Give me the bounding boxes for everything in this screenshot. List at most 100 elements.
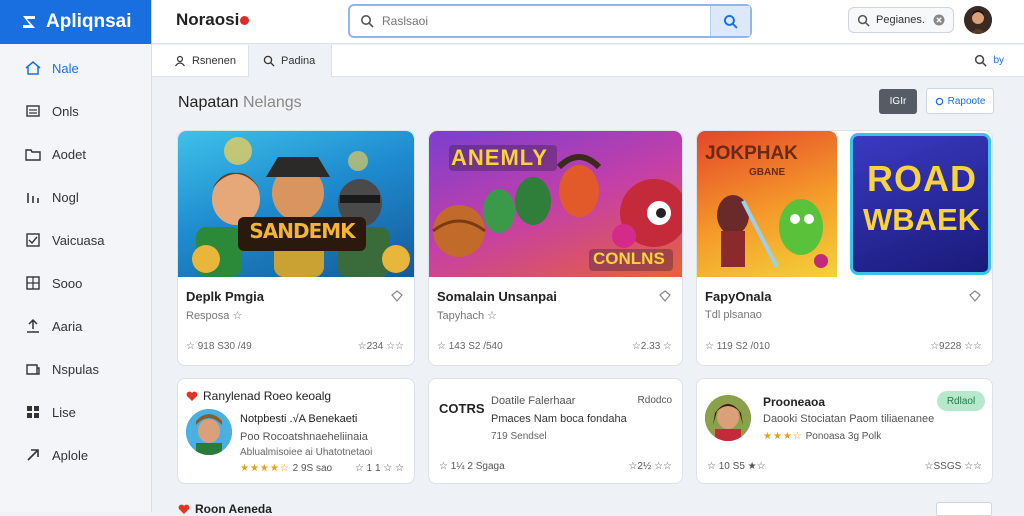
sidebar-item-aplole[interactable]: Aplole: [0, 434, 151, 476]
bookmark-icon[interactable]: [658, 289, 672, 303]
sidebar-item-lise[interactable]: Lise: [0, 391, 151, 433]
heart-icon: [186, 391, 198, 401]
game-card[interactable]: ANEMLY CONLNS Somalain Unsanpai Tapyhach…: [428, 130, 683, 366]
game-art-subtext: GBANE: [749, 167, 786, 178]
wordmark-text: Noraosi: [176, 10, 240, 29]
app-brand[interactable]: Apliqnsai: [0, 0, 151, 44]
search-bar[interactable]: [348, 4, 752, 38]
sidebar-item-label: Vaicuasa: [52, 232, 105, 248]
news-icon: [26, 364, 40, 375]
sidebar-item-aaria[interactable]: Aaria: [0, 305, 151, 347]
bookmark-icon[interactable]: [968, 289, 982, 303]
feature-meta-right: ☆ 1 1 ☆ ☆: [354, 463, 404, 474]
section-title: Napatan Nelangs: [178, 94, 302, 112]
heart-icon: [178, 504, 190, 514]
feature-line-2: Pmaces Nam boca fondaha: [491, 413, 627, 425]
sidebar-item-label: Lise: [52, 404, 76, 420]
app-logo-icon: [23, 16, 35, 28]
game-art-2-text: ROAD: [867, 158, 977, 199]
feature-card[interactable]: Ranylenad Roeo keoalg Notpbesti .√A Bene…: [177, 378, 415, 484]
next-section-title-text: Roon Aeneda: [195, 502, 272, 516]
sidebar-item-onls[interactable]: Onls: [0, 90, 151, 132]
game-meta-right: ☆2.33 ☆: [632, 341, 672, 352]
sidebar-item-nspulas[interactable]: Nspulas: [0, 348, 151, 390]
checkbox-icon: [26, 233, 40, 247]
wordmark-dot-icon: [240, 16, 250, 25]
game-meta-right-text: ☆9228 ☆☆: [930, 341, 982, 352]
wordmark[interactable]: Noraosi: [176, 10, 250, 30]
feature-line-1: Notpbesti .√A Benekaeti: [240, 413, 358, 425]
feature-line-1: Doatile Falerhaar: [491, 395, 576, 407]
tab-right-control[interactable]: by: [974, 54, 1004, 67]
refresh-icon: [935, 97, 943, 105]
tab-search-icon: [263, 55, 275, 67]
status-badge[interactable]: Rdlaol: [937, 391, 985, 411]
sidebar-item-vaicuasa[interactable]: Vaicuasa: [0, 219, 151, 261]
sidebar-item-label: Aodet: [52, 146, 86, 162]
tab-people-label: Rsnenen: [191, 55, 236, 67]
star-rating-icon: ★★★★☆: [240, 463, 290, 474]
sidebar-item-label: Nspulas: [52, 361, 99, 377]
filter-search-icon: [975, 54, 988, 67]
sidebar-item-nale[interactable]: Nale: [0, 47, 151, 89]
top-bar: Noraosi Pegianes.: [152, 0, 1024, 44]
feature-header: Prooneaoa: [763, 395, 826, 409]
user-avatar[interactable]: [964, 6, 992, 34]
game-art-text-2: CONLNS: [593, 249, 665, 268]
sidebar-item-aodet[interactable]: Aodet: [0, 133, 151, 175]
tab-people[interactable]: Rsnenen: [160, 45, 250, 77]
feature-rating: ★★★☆ Ponoasa 3g Polk: [763, 431, 881, 442]
feature-tag: Rdodco: [637, 395, 672, 406]
feature-rating-text: Ponoasa 3g Polk: [805, 431, 882, 442]
sidebar-item-nogl[interactable]: Nogl: [0, 176, 151, 218]
feature-line-2: Poo Rocoatshnaeheliinaia: [240, 431, 368, 443]
feature-meta-right: ☆SSGS ☆☆: [924, 461, 982, 472]
feature-line-3: Ablualmisoiee ai Uhatotnetaoi: [240, 447, 373, 458]
sidebar-item-label: Sooo: [52, 275, 83, 291]
search-button-icon: [723, 14, 738, 29]
arrow-icon: [27, 449, 39, 461]
feature-line-3: 719 Sendsel: [491, 431, 547, 442]
search-button[interactable]: [710, 6, 750, 36]
grid-icon: [26, 276, 40, 290]
tab-bar: Rsnenen Padina by: [152, 45, 1024, 77]
game-card[interactable]: JOKPHAK GBANE ROAD WBAEK FapyOnala Tdl p…: [696, 130, 993, 366]
search-input[interactable]: [382, 14, 702, 28]
feature-card[interactable]: COTRS Doatile Falerhaar Rdodco Pmaces Na…: [428, 378, 683, 484]
list-icon: [26, 105, 40, 117]
game-meta-right-text: ☆2.33 ☆: [631, 341, 672, 352]
next-section-title: Roon Aeneda: [178, 502, 272, 516]
upload-icon: [27, 318, 39, 333]
home-icon: [25, 61, 41, 75]
chart-icon: [27, 193, 39, 203]
star-rating-icon: ★★★☆: [763, 431, 803, 442]
tab-search-label: Padina: [281, 55, 316, 67]
grid-view-button[interactable]: IGIr: [879, 89, 917, 114]
game-subtitle: Resposa ☆: [186, 310, 243, 322]
feature-avatar: [186, 409, 232, 455]
game-art: SANDEMK: [178, 131, 414, 277]
sidebar: Apliqnsai Nale Onls Aodet Nogl Vaicuasa Sooo A…: [0, 0, 152, 512]
report-button[interactable]: Rapoote: [926, 88, 994, 114]
pages-button[interactable]: Pegianes.: [848, 7, 954, 33]
game-subtitle: Tapyhach ☆: [437, 310, 498, 322]
game-meta-left: ☆ 143 S2 /540: [437, 341, 503, 352]
sidebar-item-label: Nale: [52, 60, 79, 76]
clear-icon[interactable]: [933, 14, 945, 26]
feature-line-1: Daooki Stociatan Paom tiliaenanee: [763, 413, 935, 425]
next-section-button[interactable]: [936, 502, 992, 516]
game-title: Deplk Pmgia: [186, 289, 265, 304]
feature-card[interactable]: Prooneaoa Rdlaol Daooki Stociatan Paom t…: [696, 378, 993, 484]
feature-meta-right: ☆2½ ☆☆: [628, 461, 672, 472]
bookmark-icon[interactable]: [390, 289, 404, 303]
grid-view-label: IGIr: [889, 96, 907, 107]
feature-meta-left: ☆ 1¼ 2 Sgaga: [439, 461, 505, 472]
sidebar-item-sooo[interactable]: Sooo: [0, 262, 151, 304]
folder-icon: [25, 149, 41, 161]
game-meta-left: ☆ 119 S2 /010: [705, 341, 770, 352]
game-card[interactable]: SANDEMK Deplk Pmgia Resposa ☆ ☆ 918 S30 …: [177, 130, 415, 366]
game-art-text: JOKPHAK: [705, 143, 798, 164]
search-icon: [361, 15, 374, 28]
status-badge-label: Rdlaol: [946, 395, 976, 407]
tab-search[interactable]: Padina: [248, 45, 332, 77]
